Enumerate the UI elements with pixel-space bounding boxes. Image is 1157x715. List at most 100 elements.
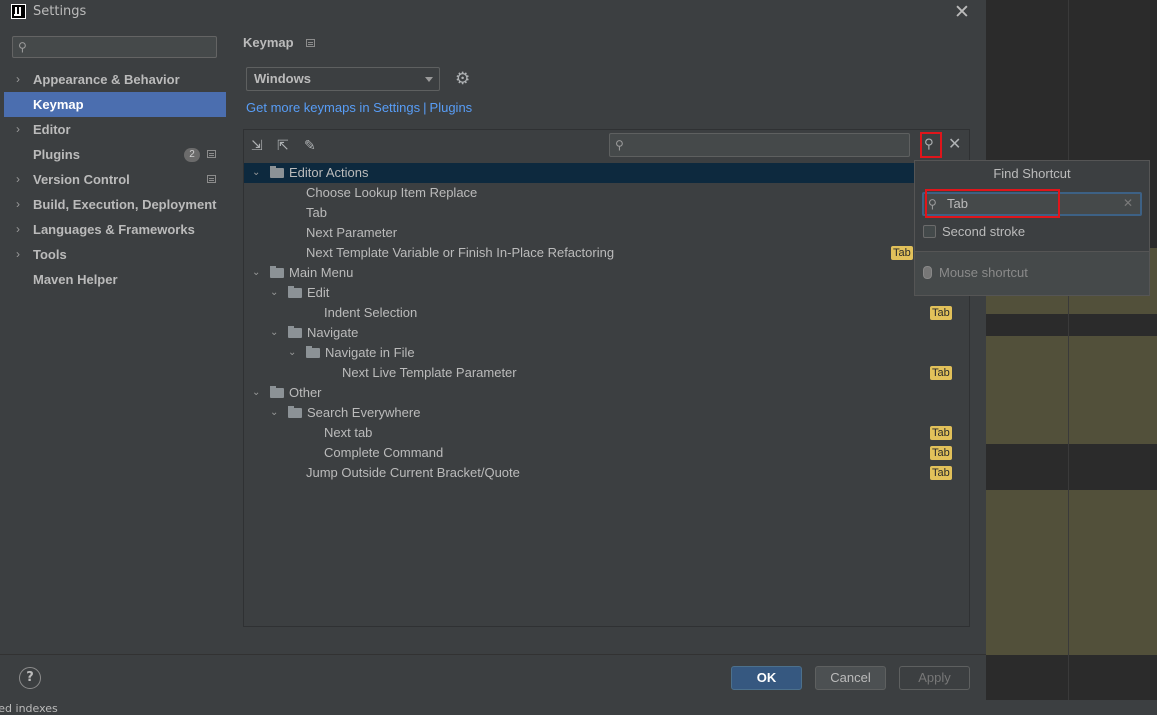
shortcut-chip: Tab: [930, 306, 952, 320]
chevron-right-icon: ›: [16, 247, 20, 261]
gear-icon[interactable]: ⚙: [455, 69, 470, 89]
chevron-right-icon: ›: [16, 222, 20, 236]
clear-input-icon[interactable]: ✕: [1123, 196, 1133, 210]
folder-icon: [288, 326, 302, 338]
ok-button[interactable]: OK: [731, 666, 802, 690]
tree-row-label: Other: [289, 385, 322, 400]
tree-row[interactable]: ⌄ Main Menu: [244, 263, 969, 283]
sidebar-item-label: Maven Helper: [33, 272, 118, 287]
tree-row-label: Indent Selection: [324, 305, 418, 320]
link-separator: |: [423, 100, 427, 115]
shortcut-chip: Tab: [930, 426, 952, 440]
sidebar-item-label: Version Control: [33, 172, 130, 187]
tree-row[interactable]: Complete Command Tab: [244, 443, 969, 463]
keymap-scheme-select[interactable]: Windows: [246, 67, 440, 91]
tree-row-label: Editor Actions: [289, 165, 369, 180]
chevron-down-icon[interactable]: ⌄: [252, 383, 260, 403]
tree-row[interactable]: Next Live Template Parameter Tab: [244, 363, 969, 383]
tree-row[interactable]: Next Parameter: [244, 223, 969, 243]
window-title: Settings: [33, 4, 87, 19]
keymap-tree-panel: ⇲ ⇱ ✎ ⚲ ⚲ ✕ ⌄ Editor Actions Choose Lookup…: [243, 129, 970, 627]
chevron-down-icon[interactable]: ⌄: [252, 263, 260, 283]
popup-title: Find Shortcut: [993, 166, 1071, 181]
clear-filter-icon[interactable]: ✕: [948, 134, 961, 153]
second-stroke-checkbox[interactable]: [923, 225, 936, 238]
tree-row-label: Main Menu: [289, 265, 354, 280]
sidebar-item-languages[interactable]: › Languages & Frameworks: [4, 217, 226, 242]
chevron-down-icon[interactable]: ⌄: [270, 403, 278, 423]
get-more-keymaps-link[interactable]: Get more keymaps in Settings: [246, 100, 420, 115]
sidebar-item-label: Keymap: [33, 97, 84, 112]
find-by-shortcut-button[interactable]: ⚲: [920, 132, 942, 158]
keymap-content: Keymap Windows ⚙ Get more keymaps in Set…: [226, 24, 986, 654]
page-title: Keymap: [243, 35, 294, 50]
mouse-shortcut-area[interactable]: Mouse shortcut: [915, 251, 1149, 295]
settings-sidebar: ⚲ › Appearance & Behavior Keymap › Edito…: [0, 24, 226, 654]
background-highlight-band: [986, 336, 1157, 444]
shortcut-chip: Tab: [930, 466, 952, 480]
title-bar: Settings ✕: [0, 0, 986, 24]
sidebar-item-plugins[interactable]: Plugins 2: [4, 142, 226, 167]
search-icon: ⚲: [615, 138, 624, 152]
tree-row[interactable]: ⌄ Edit: [244, 283, 969, 303]
tree-row[interactable]: Choose Lookup Item Replace: [244, 183, 969, 203]
sidebar-item-tools[interactable]: › Tools: [4, 242, 226, 267]
keymaps-link-row: Get more keymaps in Settings | Plugins: [246, 100, 472, 115]
sidebar-search-input[interactable]: ⚲: [12, 36, 217, 58]
tree-row[interactable]: Jump Outside Current Bracket/Quote Tab: [244, 463, 969, 483]
folder-icon: [288, 406, 302, 418]
tree-row[interactable]: ⌄ Other: [244, 383, 969, 403]
tree-row[interactable]: Next tab Tab: [244, 423, 969, 443]
sidebar-item-label: Tools: [33, 247, 67, 262]
chevron-down-icon[interactable]: ⌄: [270, 283, 278, 303]
folder-icon: [270, 166, 284, 178]
tree-row[interactable]: Next Template Variable or Finish In-Plac…: [244, 243, 969, 263]
shortcut-chip: Tab: [930, 366, 952, 380]
sidebar-item-label: Build, Execution, Deployment: [33, 197, 217, 212]
help-button[interactable]: ?: [19, 667, 41, 689]
highlight-box: [925, 189, 1060, 218]
sidebar-item-maven-helper[interactable]: Maven Helper: [4, 267, 226, 292]
shortcut-chip: Tab: [891, 246, 913, 260]
apply-button[interactable]: Apply: [899, 666, 970, 690]
sidebar-item-appearance[interactable]: › Appearance & Behavior: [4, 67, 226, 92]
intellij-app-icon: [11, 4, 26, 19]
status-bar: red indexes: [0, 700, 1157, 715]
tree-row[interactable]: ⌄ Search Everywhere: [244, 403, 969, 423]
expand-all-icon[interactable]: ⇲: [251, 138, 263, 154]
tree-row-label: Next tab: [324, 425, 373, 440]
sidebar-item-label: Languages & Frameworks: [33, 222, 195, 237]
folder-icon: [270, 386, 284, 398]
sidebar-item-version-control[interactable]: › Version Control: [4, 167, 226, 192]
chevron-right-icon: ›: [16, 172, 20, 186]
folder-icon: [270, 266, 284, 278]
mouse-shortcut-label: Mouse shortcut: [939, 265, 1028, 280]
sidebar-item-build[interactable]: › Build, Execution, Deployment: [4, 192, 226, 217]
close-icon[interactable]: ✕: [954, 1, 970, 23]
chevron-right-icon: ›: [16, 122, 20, 136]
sidebar-item-editor[interactable]: › Editor: [4, 117, 226, 142]
collapse-all-icon[interactable]: ⇱: [277, 138, 289, 154]
dialog-footer: ? OK Cancel Apply: [0, 654, 986, 700]
second-stroke-label[interactable]: Second stroke: [942, 224, 1025, 239]
cancel-button[interactable]: Cancel: [815, 666, 886, 690]
chevron-down-icon[interactable]: ⌄: [252, 163, 260, 183]
settings-dialog: Settings ✕ ⚲ › Appearance & Behavior Key…: [0, 0, 986, 700]
tree-row[interactable]: ⌄ Editor Actions: [244, 163, 969, 183]
mouse-icon: [923, 266, 932, 279]
tree-row[interactable]: Tab: [244, 203, 969, 223]
chevron-down-icon[interactable]: ⌄: [288, 343, 296, 363]
search-icon: ⚲: [18, 40, 27, 54]
chevron-down-icon[interactable]: ⌄: [270, 323, 278, 343]
tree-row[interactable]: ⌄ Navigate in File: [244, 343, 969, 363]
plugins-link[interactable]: Plugins: [430, 100, 473, 115]
shortcut-chip: Tab: [930, 446, 952, 460]
background-divider: [1068, 0, 1069, 715]
tree-row[interactable]: Indent Selection Tab: [244, 303, 969, 323]
tree-row[interactable]: ⌄ Navigate: [244, 323, 969, 343]
sidebar-item-keymap[interactable]: Keymap: [4, 92, 226, 117]
tree-row-label: Next Parameter: [306, 225, 398, 240]
action-filter-input[interactable]: ⚲: [609, 133, 910, 157]
keymap-scheme-value: Windows: [254, 71, 311, 86]
edit-pencil-icon[interactable]: ✎: [304, 138, 316, 154]
